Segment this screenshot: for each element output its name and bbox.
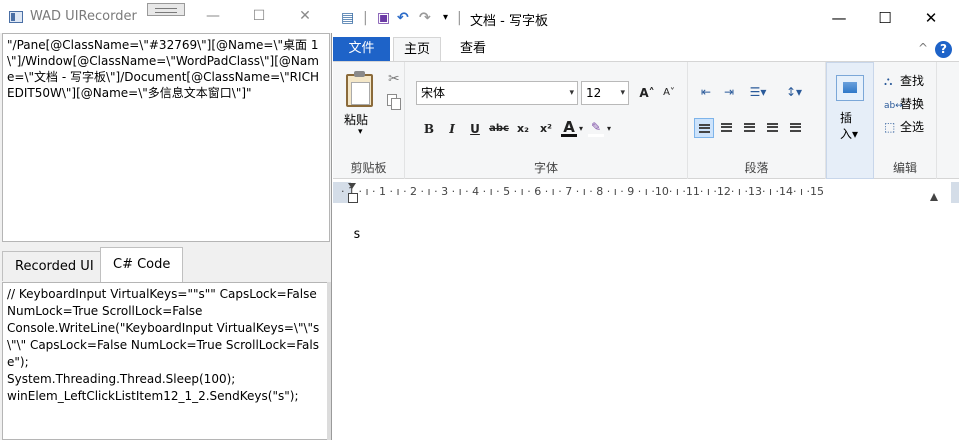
tab-view[interactable]: 查看: [449, 37, 497, 62]
find-button[interactable]: ⛬ 查找: [884, 72, 924, 90]
wordpad-app-icon: ▤: [341, 10, 355, 26]
replace-button[interactable]: ab↔替换: [884, 95, 924, 113]
align-center-icon: [721, 123, 732, 132]
clipboard-group: 粘贴 ▾ ✂ 剪贴板: [333, 62, 405, 179]
align-left-icon: [699, 124, 710, 133]
copy-icon[interactable]: [387, 94, 401, 110]
right-indent-marker[interactable]: [930, 193, 938, 201]
ribbon: 粘贴 ▾ ✂ 剪贴板 宋体 ▾ 12 ▾ A˄ A˅ B I U abc x₂ …: [333, 61, 959, 179]
bullet-list-button[interactable]: ☰▾: [743, 82, 773, 102]
cut-icon[interactable]: ✂: [388, 71, 400, 87]
document-text: s: [353, 227, 361, 242]
superscript-button[interactable]: x²: [536, 119, 556, 139]
undo-icon[interactable]: ↶: [397, 9, 409, 27]
paste-dropdown-icon[interactable]: ▾: [358, 127, 363, 137]
minimize-button[interactable]: —: [190, 0, 236, 33]
wordpad-title-bar[interactable]: ▤ | ▣ ↶ ↷ ▾ | 文档 - 写字板 — ☐ ✕: [333, 0, 959, 36]
tab-csharp-code[interactable]: C# Code: [100, 247, 184, 282]
qa-separator: |: [363, 10, 368, 26]
picture-icon: [836, 75, 864, 101]
uirecorder-window: WAD UIRecorder — ☐ ✕ "/Pane[@ClassName=\…: [0, 0, 332, 440]
document-area[interactable]: s: [333, 206, 959, 440]
select-all-button[interactable]: ⬚ 全选: [884, 118, 924, 136]
tab-recorded-ui[interactable]: Recorded UI: [2, 251, 107, 281]
wordpad-maximize-button[interactable]: ☐: [862, 0, 908, 36]
paragraph-group-label: 段落: [744, 161, 769, 175]
wordpad-window: ▤ | ▣ ↶ ↷ ▾ | 文档 - 写字板 — ☐ ✕ 文件 主页 查看 ^ …: [333, 0, 959, 440]
highlight-dropdown-icon[interactable]: ▾: [605, 119, 613, 139]
close-button[interactable]: ✕: [282, 0, 328, 33]
align-right-button[interactable]: [740, 118, 760, 138]
code-textbox[interactable]: // KeyboardInput VirtualKeys=""s"" CapsL…: [2, 282, 328, 440]
binoculars-icon: ⛬: [884, 74, 893, 88]
strikethrough-button[interactable]: abc: [488, 119, 510, 139]
wordpad-close-button[interactable]: ✕: [908, 0, 954, 36]
chevron-down-icon: ▾: [569, 88, 574, 98]
tab-home[interactable]: 主页: [393, 37, 441, 62]
ruler[interactable]: · 1 · ı · 1 · ı · 2 · ı · 3 · ı · 4 · ı …: [333, 179, 959, 206]
save-icon[interactable]: ▣: [377, 9, 390, 27]
align-left-button[interactable]: [694, 118, 714, 138]
paragraph-settings-button[interactable]: [786, 118, 806, 138]
paragraph-group: ⇤ ⇥ ☰▾ ↕▾ 段落: [688, 62, 826, 179]
insert-button[interactable]: 插 入▾: [826, 62, 874, 179]
grow-font-button[interactable]: A˄: [636, 83, 658, 103]
align-right-icon: [744, 123, 755, 132]
recorder-tabs: Recorded UI C# Code: [2, 247, 330, 282]
paste-label: 粘贴: [344, 113, 369, 127]
select-all-label: 全选: [900, 120, 925, 134]
font-group-label: 字体: [533, 161, 558, 175]
collapse-ribbon-icon[interactable]: ^: [918, 41, 928, 55]
editing-group: ⛬ 查找 ab↔替换 ⬚ 全选 编辑: [874, 62, 937, 179]
bold-button[interactable]: B: [419, 119, 439, 139]
code-scrollbar[interactable]: [327, 282, 331, 440]
maximize-button[interactable]: ☐: [236, 0, 282, 33]
record-toggle-button[interactable]: [147, 3, 185, 16]
align-center-button[interactable]: [717, 118, 737, 138]
italic-button[interactable]: I: [442, 119, 462, 139]
paste-icon: [346, 71, 373, 107]
replace-label: 替换: [900, 97, 925, 111]
insert-label: 插 入▾: [840, 111, 859, 141]
shrink-font-button[interactable]: A˅: [658, 83, 680, 103]
wordpad-minimize-button[interactable]: —: [816, 0, 862, 36]
paragraph-icon: [790, 123, 801, 132]
wordpad-title: 文档 - 写字板: [470, 14, 548, 29]
subscript-button[interactable]: x₂: [513, 119, 533, 139]
line-spacing-button[interactable]: ↕▾: [779, 82, 809, 102]
xpath-textbox[interactable]: "/Pane[@ClassName=\"#32769\"][@Name=\"桌面…: [2, 33, 330, 242]
font-size-select[interactable]: 12 ▾: [581, 81, 629, 105]
increase-indent-button[interactable]: ⇥: [719, 82, 739, 102]
font-family-value: 宋体: [421, 86, 446, 100]
recorder-title-bar[interactable]: WAD UIRecorder — ☐ ✕: [0, 0, 332, 33]
find-label: 查找: [900, 74, 925, 88]
ruler-numbers: · 1 · ı · 1 · ı · 2 · ı · 3 · ı · 4 · ı …: [341, 185, 825, 198]
replace-icon: ab↔: [884, 101, 903, 111]
highlight-button[interactable]: ✎: [588, 117, 604, 137]
text-color-dropdown-icon[interactable]: ▾: [577, 119, 585, 139]
chevron-down-icon: ▾: [620, 88, 625, 98]
editing-group-label: 编辑: [892, 161, 917, 175]
justify-button[interactable]: [763, 118, 783, 138]
recorder-title: WAD UIRecorder: [30, 9, 137, 24]
clipboard-group-label: 剪贴板: [350, 161, 387, 175]
left-indent-marker[interactable]: [348, 183, 358, 203]
justify-icon: [767, 123, 778, 132]
desktop: WAD UIRecorder — ☐ ✕ "/Pane[@ClassName=\…: [0, 0, 959, 440]
underline-button[interactable]: U: [465, 119, 485, 139]
tab-file[interactable]: 文件: [333, 37, 390, 61]
qa-separator-2: |: [457, 10, 462, 26]
ribbon-tabs: 文件 主页 查看 ^ ?: [333, 36, 959, 62]
redo-icon[interactable]: ↷: [419, 9, 431, 27]
app-window-icon: [9, 11, 23, 23]
font-family-select[interactable]: 宋体 ▾: [416, 81, 578, 105]
decrease-indent-button[interactable]: ⇤: [696, 82, 716, 102]
select-all-icon: ⬚: [884, 120, 896, 134]
text-color-button[interactable]: A: [561, 117, 577, 137]
qa-customize-icon[interactable]: ▾: [443, 9, 448, 27]
help-icon[interactable]: ?: [935, 41, 952, 58]
font-size-value: 12: [586, 86, 602, 100]
font-group: 宋体 ▾ 12 ▾ A˄ A˅ B I U abc x₂ x² A ▾ ✎ ▾: [405, 62, 688, 179]
